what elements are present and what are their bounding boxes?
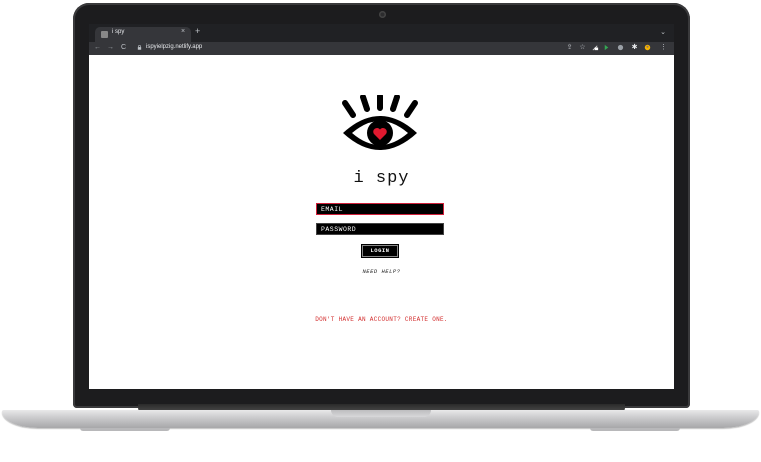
new-tab-button[interactable]: + — [195, 27, 200, 36]
reload-icon[interactable]: C — [121, 43, 126, 53]
camera-icon — [379, 11, 386, 18]
need-help-link[interactable]: NEED HELP? — [89, 268, 674, 275]
password-field[interactable]: PASSWORD — [316, 223, 444, 235]
browser-toolbar: ← → C ispyielpzig.netlify.app ⇪ ☆ ✱ ⋮ — [89, 42, 674, 55]
favicon-icon — [101, 31, 108, 38]
pen-extension-icon[interactable] — [592, 44, 599, 51]
email-field[interactable]: EMAIL — [316, 203, 444, 215]
lock-icon — [137, 45, 142, 50]
browser-tab[interactable]: i spy × — [95, 27, 191, 42]
share-icon[interactable]: ⇪ — [566, 44, 573, 51]
grey-extension-icon[interactable] — [617, 44, 624, 51]
forward-icon[interactable]: → — [107, 43, 114, 53]
extensions-puzzle-icon[interactable]: ✱ — [631, 44, 638, 51]
login-button[interactable]: LOGIN — [362, 245, 398, 257]
profile-avatar-icon[interactable] — [644, 44, 651, 51]
bookmark-star-icon[interactable]: ☆ — [579, 44, 586, 51]
screen: i spy × + ⌄ ← → C ispyielpzig.netlify.ap… — [89, 24, 674, 389]
green-extension-icon[interactable] — [603, 44, 610, 51]
back-icon[interactable]: ← — [94, 43, 101, 53]
close-icon[interactable]: × — [181, 28, 185, 35]
laptop-foot-right — [590, 428, 680, 431]
browser-menu-icon[interactable]: ⋮ — [660, 44, 667, 51]
browser-tab-bar: i spy × + ⌄ — [89, 24, 674, 42]
app-title: i spy — [353, 169, 410, 188]
login-page: i spy EMAIL PASSWORD LOGIN NEED HELP? DO… — [89, 55, 674, 389]
tab-search-icon[interactable]: ⌄ — [660, 28, 666, 36]
address-bar[interactable]: ispyielpzig.netlify.app — [146, 44, 202, 50]
laptop-notch — [331, 410, 431, 417]
laptop-foot-left — [80, 428, 170, 431]
create-account-link[interactable]: DON'T HAVE AN ACCOUNT? CREATE ONE. — [89, 316, 674, 323]
tab-title: i spy — [112, 29, 125, 35]
eye-logo-icon — [342, 95, 418, 150]
